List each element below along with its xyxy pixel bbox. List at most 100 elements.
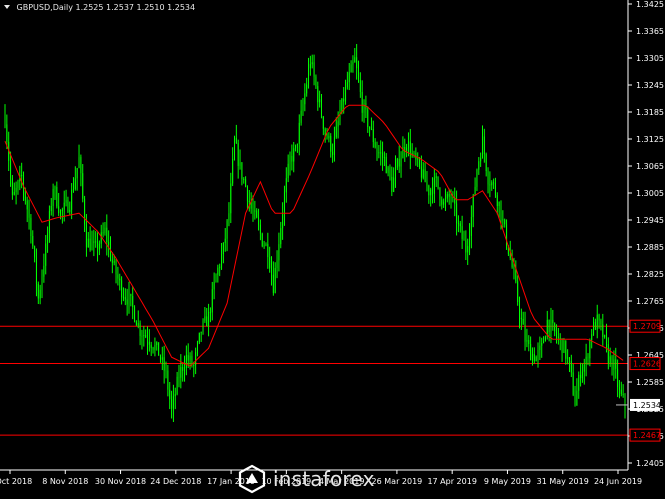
candle-body [135,321,137,326]
candle-body [335,126,337,138]
candle-body [420,166,422,178]
candle-body [356,57,358,69]
candle-body [111,259,113,263]
candle-body [132,296,134,308]
candle-body [208,311,210,327]
candle-body [478,161,480,170]
candle-body [465,240,467,253]
candle-body [489,184,491,186]
level-label: 1.2709 [633,322,661,331]
candle-body [441,199,443,205]
symbol-label: GBPUSD,Daily [16,3,73,12]
candle-body [4,116,6,125]
candle-body [15,187,17,192]
candle-body [391,176,393,192]
candle-body [184,367,186,371]
candle-body [456,203,458,223]
candle-body [528,340,530,345]
candle-body [224,238,226,243]
candle-body [263,245,265,247]
candle-body [235,137,237,144]
candle-body [198,332,200,343]
candle-body [30,217,32,236]
dropdown-triangle-icon[interactable] [4,5,10,9]
candle-body [320,99,322,117]
candle-body [298,122,300,144]
candle-body [472,194,474,217]
candle-body [367,109,369,127]
candle-body [556,331,558,337]
candle-body [598,314,600,321]
candle-body [41,276,43,290]
candle-body [115,261,117,275]
candle-body [424,169,426,183]
candle-body [209,311,211,313]
candle-body [145,335,147,338]
candle-body [274,268,276,293]
price-chart[interactable]: 1.3425 1.3365 1.3305 1.3245 1.3185 1.3125 1.30… [0,0,665,499]
candle-body [182,367,184,371]
candle-body [615,359,617,369]
candle-body [354,57,356,63]
candle-body [324,128,326,135]
candle-body [348,72,350,83]
candle-body [134,307,136,322]
candle-body [91,242,93,250]
candle-body [283,192,285,215]
candle-body [139,323,141,337]
candle-body [611,356,613,370]
price-tick-label: 1.3425 [636,0,664,9]
candle-body [352,62,354,65]
candle-body [254,210,256,212]
candle-body [498,201,500,207]
candle-body [230,183,232,214]
candle-body [459,223,461,227]
candle-body [396,158,398,168]
price-tick-label: 1.3005 [636,189,664,198]
candle-body [72,189,74,191]
candle-body [376,147,378,153]
candle-body [17,181,19,188]
candle-body [515,269,517,282]
candle-body [407,141,409,148]
candle-body [148,341,150,345]
candle-body [481,136,483,158]
candle-body [345,87,347,102]
candle-body [520,317,522,320]
candle-body [543,341,545,343]
candle-body [119,278,121,281]
candle-body [167,370,169,390]
price-tick-label: 1.2885 [636,243,664,252]
candle-body [444,198,446,202]
candle-body [60,211,62,214]
candle-body [450,196,452,198]
time-tick-label: 24 Dec 2018 [150,477,201,486]
candle-body [161,357,163,360]
candle-body [61,209,63,212]
watermark-text: instaforex [273,467,375,491]
candle-body [607,344,609,364]
candle-body [432,189,434,194]
candle-body [169,389,171,400]
candle-body [137,323,139,326]
candle-body [147,337,149,342]
candle-body [337,121,339,127]
candle-body [504,219,506,225]
candle-body [87,238,89,248]
candle-body [576,390,578,406]
candle-body [491,182,493,186]
candle-body [215,274,217,283]
watermark: instaforex [237,463,375,495]
candle-body [357,68,359,80]
candle-body [426,182,428,186]
candle-body [241,162,243,180]
candle-body [581,371,583,379]
candle-body [476,169,478,187]
ohlc-values: 1.2525 1.2537 1.2510 1.2534 [75,3,196,12]
candle-body [63,202,65,210]
candle-body [361,91,363,113]
candle-body [602,324,604,337]
candle-body [559,337,561,339]
candle-body [276,260,278,269]
candle-body [330,135,332,152]
